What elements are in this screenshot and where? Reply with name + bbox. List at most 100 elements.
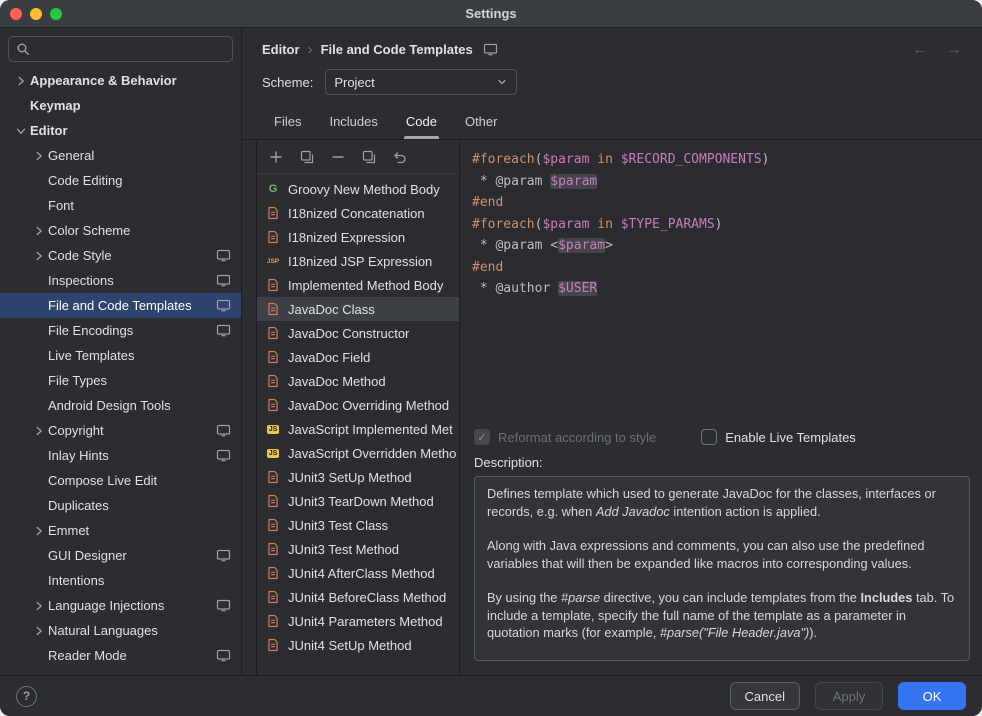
template-item-junit4-parameters-method[interactable]: JUnit4 Parameters Method [257,609,459,633]
description-panel[interactable]: Defines template which used to generate … [474,476,970,661]
template-icon [265,470,281,484]
template-item-label: Groovy New Method Body [288,182,440,197]
close-button[interactable] [10,8,22,20]
tab-files[interactable]: Files [262,105,313,139]
template-item-javadoc-overriding-method[interactable]: JavaDoc Overriding Method [257,393,459,417]
breadcrumb-editor[interactable]: Editor [262,42,300,57]
template-item-javadoc-method[interactable]: JavaDoc Method [257,369,459,393]
sidebar-item-inspections[interactable]: Inspections [0,268,241,293]
template-item-i18nized-jsp-expression[interactable]: JSPI18nized JSP Expression [257,249,459,273]
forward-button[interactable]: → [946,42,962,58]
chevron-right-icon[interactable] [30,599,48,613]
template-item-groovy-new-method-body[interactable]: G Groovy New Method Body [257,177,459,201]
code-line: * @param <$param> [472,235,958,257]
groovy-icon: G [265,183,281,195]
template-item-javascript-implemented-met[interactable]: JSJavaScript Implemented Met [257,417,459,441]
revert-icon[interactable] [392,149,408,165]
chevron-right-icon[interactable] [30,249,48,263]
sidebar-item-gui-designer[interactable]: GUI Designer [0,543,241,568]
minimize-button[interactable] [30,8,42,20]
settings-main: Editor › File and Code Templates ← → Sch… [242,28,982,675]
screen-badge-icon [216,249,231,262]
back-button[interactable]: ← [912,42,928,58]
cancel-button[interactable]: Cancel [730,682,800,710]
template-editor[interactable]: #foreach($param in $RECORD_COMPONENTS) *… [460,140,970,420]
enable-live-templates-checkbox[interactable]: Enable Live Templates [701,429,856,445]
template-item-javascript-overridden-metho[interactable]: JSJavaScript Overridden Metho [257,441,459,465]
sidebar-item-label: File and Code Templates [48,298,216,313]
chevron-right-icon[interactable] [12,74,30,88]
template-item-javadoc-constructor[interactable]: JavaDoc Constructor [257,321,459,345]
sidebar-item-compose-live-edit[interactable]: Compose Live Edit [0,468,241,493]
sidebar-item-android-design-tools[interactable]: Android Design Tools [0,393,241,418]
sidebar-item-font[interactable]: Font [0,193,241,218]
chevron-right-icon[interactable] [30,624,48,638]
sidebar-item-color-scheme[interactable]: Color Scheme [0,218,241,243]
sidebar-item-code-style[interactable]: Code Style [0,243,241,268]
sidebar-item-label: GUI Designer [48,548,216,563]
ok-button[interactable]: OK [898,682,966,710]
sidebar-item-label: Natural Languages [48,623,231,638]
copy-icon[interactable] [299,149,315,165]
tab-other[interactable]: Other [453,105,510,139]
template-item-junit3-test-class[interactable]: JUnit3 Test Class [257,513,459,537]
template-item-junit4-setup-method[interactable]: JUnit4 SetUp Method [257,633,459,657]
chevron-right-icon[interactable] [30,524,48,538]
chevron-right-icon[interactable] [30,149,48,163]
sidebar-item-appearance-behavior[interactable]: Appearance & Behavior [0,68,241,93]
template-item-label: JUnit4 Parameters Method [288,614,443,629]
sidebar-item-natural-languages[interactable]: Natural Languages [0,618,241,643]
sidebar-item-duplicates[interactable]: Duplicates [0,493,241,518]
description-paragraph: Along with Java expressions and comments… [487,537,957,572]
sidebar-item-file-and-code-templates[interactable]: File and Code Templates [0,293,241,318]
code-line: #end [472,192,958,214]
description-label: Description: [460,453,970,476]
template-item-junit3-setup-method[interactable]: JUnit3 SetUp Method [257,465,459,489]
template-item-junit4-beforeclass-method[interactable]: JUnit4 BeforeClass Method [257,585,459,609]
template-icon [265,206,281,220]
reformat-checkbox[interactable]: ✓ Reformat according to style [474,429,656,445]
sidebar-item-label: Color Scheme [48,223,231,238]
sidebar-item-reader-mode[interactable]: Reader Mode [0,643,241,668]
sidebar-item-file-types[interactable]: File Types [0,368,241,393]
template-item-javadoc-field[interactable]: JavaDoc Field [257,345,459,369]
template-item-i18nized-expression[interactable]: I18nized Expression [257,225,459,249]
apply-button[interactable]: Apply [815,682,883,710]
help-button[interactable]: ? [16,686,37,707]
sidebar-item-general[interactable]: General [0,143,241,168]
remove-icon[interactable] [330,149,346,165]
sidebar-item-live-templates[interactable]: Live Templates [0,343,241,368]
tab-code[interactable]: Code [394,105,449,139]
screen-badge-icon [216,599,231,612]
sidebar-item-label: Live Templates [48,348,231,363]
sidebar-item-code-editing[interactable]: Code Editing [0,168,241,193]
settings-search[interactable] [8,36,233,62]
sidebar-item-intentions[interactable]: Intentions [0,568,241,593]
template-icon [265,398,281,412]
template-item-junit4-afterclass-method[interactable]: JUnit4 AfterClass Method [257,561,459,585]
add-icon[interactable] [268,149,284,165]
settings-sidebar: Appearance & BehaviorKeymapEditorGeneral… [0,28,242,675]
chevron-right-icon[interactable] [30,424,48,438]
template-item-i18nized-concatenation[interactable]: I18nized Concatenation [257,201,459,225]
chevron-right-icon[interactable] [30,224,48,238]
zoom-button[interactable] [50,8,62,20]
sidebar-item-keymap[interactable]: Keymap [0,93,241,118]
chevron-down-icon[interactable] [12,124,30,138]
search-input[interactable] [35,42,225,57]
sidebar-item-editor[interactable]: Editor [0,118,241,143]
code-line: #end [472,257,958,279]
sidebar-item-emmet[interactable]: Emmet [0,518,241,543]
duplicate-icon[interactable] [361,149,377,165]
sidebar-item-inlay-hints[interactable]: Inlay Hints [0,443,241,468]
sidebar-item-file-encodings[interactable]: File Encodings [0,318,241,343]
template-item-implemented-method-body[interactable]: Implemented Method Body [257,273,459,297]
template-item-javadoc-class[interactable]: JavaDoc Class [257,297,459,321]
template-item-label: JUnit3 SetUp Method [288,470,412,485]
tab-includes[interactable]: Includes [317,105,389,139]
template-item-junit3-teardown-method[interactable]: JUnit3 TearDown Method [257,489,459,513]
scheme-select[interactable]: Project [325,69,517,95]
sidebar-item-language-injections[interactable]: Language Injections [0,593,241,618]
sidebar-item-copyright[interactable]: Copyright [0,418,241,443]
template-item-junit3-test-method[interactable]: JUnit3 Test Method [257,537,459,561]
